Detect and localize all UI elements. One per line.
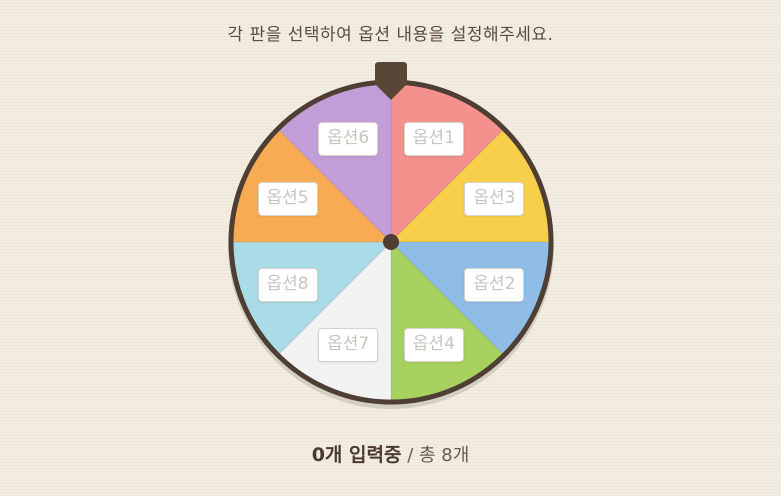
input-counter: 0개 입력중 / 총 8개 [0, 440, 781, 467]
option-label-3[interactable]: 옵션2 [464, 267, 525, 302]
wheel-graphic [228, 62, 554, 409]
wheel-hub [383, 234, 399, 250]
roulette-wheel: 옵션1 옵션3 옵션2 옵션4 옵션7 옵션8 옵션5 옵션6 [0, 0, 781, 420]
entered-count: 0개 입력중 [311, 444, 402, 466]
option-label-1[interactable]: 옵션1 [403, 121, 464, 156]
total-count: / 총 8개 [401, 445, 470, 466]
option-label-2[interactable]: 옵션3 [464, 182, 525, 217]
option-label-6[interactable]: 옵션8 [257, 267, 318, 302]
option-label-4[interactable]: 옵션4 [403, 328, 464, 363]
option-label-8[interactable]: 옵션6 [318, 121, 379, 156]
option-label-7[interactable]: 옵션5 [257, 182, 318, 217]
option-label-5[interactable]: 옵션7 [318, 328, 379, 363]
